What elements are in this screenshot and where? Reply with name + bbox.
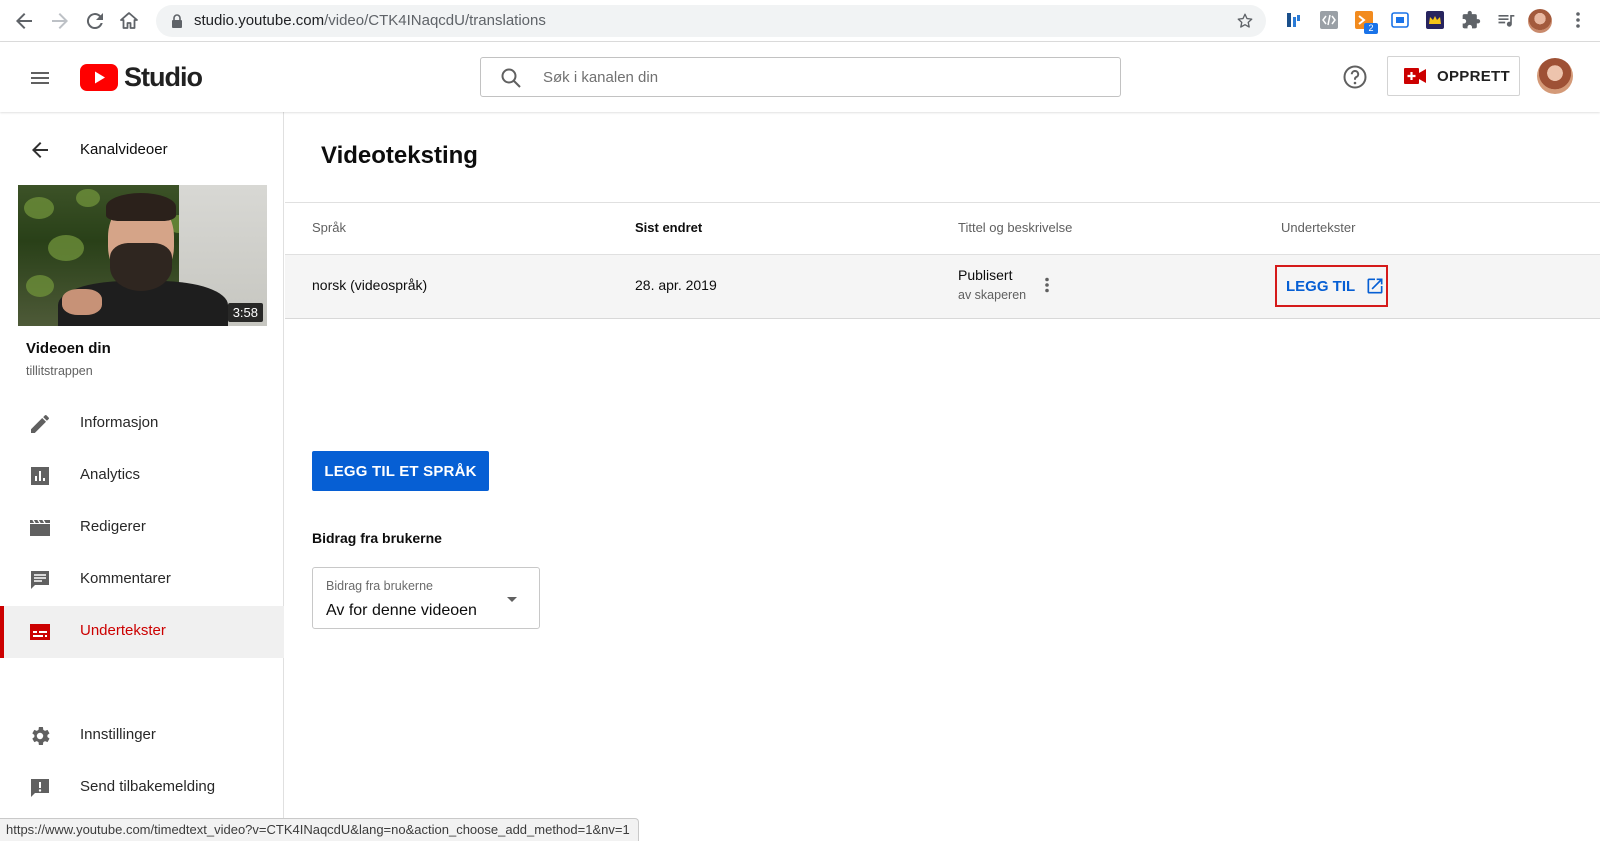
address-url[interactable]: studio.youtube.com/video/CTK4INaqcdU/tra… [194,12,546,29]
bookmark-star-icon[interactable] [1236,12,1254,30]
help-icon[interactable] [1342,64,1368,90]
sidebar-item-undertekster[interactable]: Undertekster [0,606,284,658]
community-contributions-select[interactable]: Bidrag fra brukerne Av for denne videoen [312,567,540,629]
youtube-play-icon [80,63,118,91]
more-options-icon[interactable] [1037,275,1057,295]
sidebar-item-label: Kommentarer [80,570,171,587]
back-arrow-icon[interactable] [12,9,36,33]
channel-name: tillitstrappen [26,364,93,378]
video-thumbnail[interactable]: 3:58 [18,185,267,326]
dropdown-caret-icon[interactable] [505,596,519,604]
page-title: Videoteksting [321,142,478,169]
subtitles-icon [28,620,52,644]
sidebar-item-label: Informasjon [80,414,159,431]
back-label[interactable]: Kanalvideoer [80,141,168,158]
sidebar-item-redigerer[interactable]: Redigerer [0,502,284,554]
lock-icon [170,13,184,29]
home-icon[interactable] [117,9,141,33]
forward-arrow-icon[interactable] [48,9,72,33]
video-title: Videoen din [26,340,111,357]
extension-bars-icon[interactable] [1284,10,1304,30]
pencil-icon [28,412,52,436]
column-header-modified[interactable]: Sist endret [635,220,702,235]
sidebar-item-innstillinger[interactable]: Innstillinger [0,710,284,762]
video-duration: 3:58 [227,303,263,322]
extension-blue-icon[interactable] [1390,10,1410,30]
browser-menu-icon[interactable] [1568,10,1588,30]
link-status-bar: https://www.youtube.com/timedtext_video?… [0,818,639,841]
sidebar-item-analytics[interactable]: Analytics [0,450,284,502]
add-subtitles-link[interactable]: LEGG TIL [1275,265,1388,307]
translations-table: Språk Sist endret Tittel og beskrivelse … [285,202,1600,319]
puzzle-icon[interactable] [1461,10,1481,30]
extension-crown-icon[interactable] [1425,10,1445,30]
sidebar-item-label: Undertekster [80,622,166,639]
column-header-title-description: Tittel og beskrivelse [958,220,1073,235]
studio-header: Studio OPPRETT [0,42,1600,112]
clapperboard-icon [28,516,52,540]
sidebar-item-send-tilbakemelding[interactable]: Send tilbakemelding [0,762,284,814]
add-subtitles-label[interactable]: LEGG TIL [1286,278,1355,295]
contributions-heading: Bidrag fra brukerne [312,530,442,546]
table-row: norsk (videospråk) 28. apr. 2019 Publise… [285,255,1600,319]
media-queue-icon[interactable] [1496,10,1516,30]
create-label: OPPRETT [1437,67,1510,85]
reload-icon[interactable] [83,9,107,33]
sidebar-item-informasjon[interactable]: Informasjon [0,398,284,450]
title-description-status: Publisert av skaperen [958,267,1026,302]
select-value[interactable]: Av for denne videoen [326,602,477,620]
studio-logo[interactable]: Studio [80,61,203,92]
modified-date-cell: 28. apr. 2019 [635,277,717,293]
browser-profile-avatar[interactable] [1528,9,1552,33]
extension-orange-icon[interactable]: 2 [1354,10,1378,34]
gear-icon [28,724,52,748]
search-input[interactable] [543,58,1103,96]
extension-badge: 2 [1364,23,1378,34]
address-bar[interactable]: studio.youtube.com/video/CTK4INaqcdU/tra… [156,5,1266,37]
account-avatar[interactable] [1537,58,1573,94]
analytics-icon [28,464,52,488]
comment-icon [28,568,52,592]
add-language-button[interactable]: LEGG TIL ET SPRÅK [312,451,489,491]
sidebar: Kanalvideoer 3:58 Videoen din tillitstra… [0,112,284,841]
browser-toolbar: studio.youtube.com/video/CTK4INaqcdU/tra… [0,0,1600,42]
table-header: Språk Sist endret Tittel og beskrivelse … [285,202,1600,255]
open-in-new-icon[interactable] [1365,276,1385,296]
search-box[interactable] [480,57,1121,97]
search-icon[interactable] [499,66,523,90]
column-header-language[interactable]: Språk [312,220,346,235]
hamburger-menu-icon[interactable] [28,66,52,90]
select-label: Bidrag fra brukerne [326,579,434,593]
back-to-channel-videos[interactable]: Kanalvideoer [0,134,284,166]
extension-code-icon[interactable] [1319,10,1339,30]
create-button[interactable]: OPPRETT [1387,56,1520,96]
sidebar-item-label: Send tilbakemelding [80,778,216,795]
logo-text: Studio [124,61,203,92]
sidebar-item-label: Analytics [80,466,141,483]
status-label: Publisert [958,267,1013,283]
create-video-icon [1404,68,1426,84]
language-cell: norsk (videospråk) [312,277,428,293]
status-sublabel: av skaperen [958,288,1027,302]
column-header-subtitles: Undertekster [1281,220,1356,235]
sidebar-item-label: Redigerer [80,518,146,535]
sidebar-item-label: Innstillinger [80,726,156,743]
feedback-icon [28,776,52,800]
back-arrow-icon[interactable] [28,138,52,162]
sidebar-item-kommentarer[interactable]: Kommentarer [0,554,284,606]
